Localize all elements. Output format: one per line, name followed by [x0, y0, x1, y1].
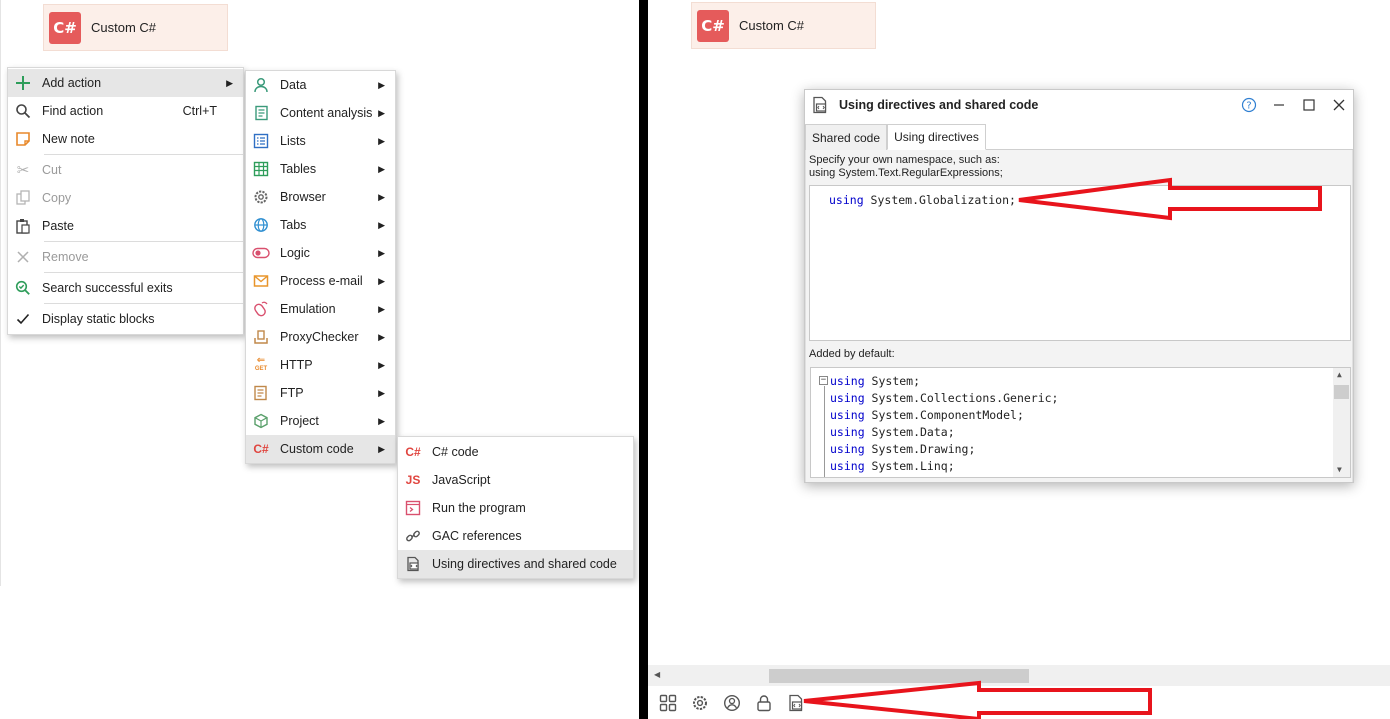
- annotation-arrow-toolbar: [803, 680, 1152, 719]
- annotation-overlay: [803, 177, 1322, 719]
- annotation-arrow-dialog: [1018, 177, 1322, 221]
